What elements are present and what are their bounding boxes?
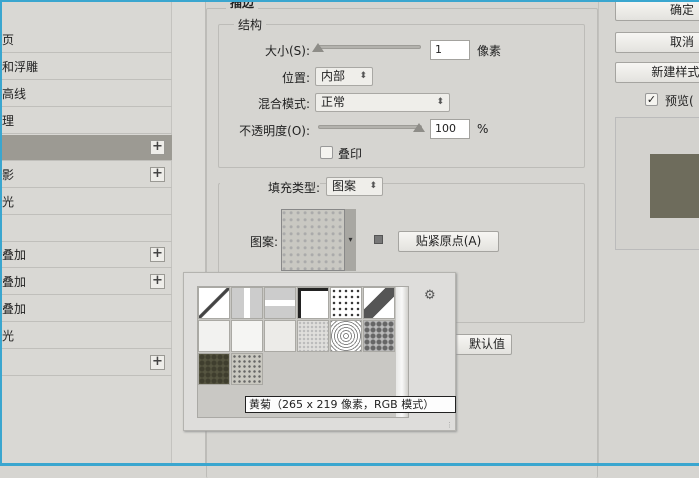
structure-title: 结构 <box>234 16 267 33</box>
sidebar-item-label: 高线 <box>2 87 27 101</box>
preview-panel <box>615 117 699 250</box>
pattern-swatch-item[interactable] <box>264 287 296 319</box>
pattern-swatch-item[interactable] <box>198 353 230 385</box>
styles-sidebar: 页和浮雕 高线理 + 影 + 光叠加 + 叠加 + 叠加光 + <box>0 0 172 466</box>
overprint-checkbox[interactable] <box>320 146 333 159</box>
sidebar-item[interactable]: + <box>0 350 172 376</box>
sidebar-item[interactable]: 页 <box>0 27 172 53</box>
pattern-swatch-item[interactable] <box>231 320 263 352</box>
sidebar-item[interactable]: 影 + <box>0 162 172 188</box>
preview-swatch <box>650 154 699 218</box>
pattern-swatch-item[interactable] <box>297 287 329 319</box>
opacity-label: 不透明度(O): <box>239 124 310 138</box>
fill-type-select[interactable]: 图案 ⬍ <box>326 177 383 196</box>
sidebar-item[interactable]: 叠加 <box>0 296 172 322</box>
pattern-swatch-item[interactable] <box>363 320 395 352</box>
preview-checkbox[interactable]: ✓ <box>645 93 658 106</box>
sidebar-item-label: 光 <box>2 195 15 209</box>
select-arrows-icon: ⬍ <box>436 97 444 107</box>
opacity-slider[interactable] <box>318 125 422 129</box>
opacity-slider-thumb[interactable] <box>413 123 425 132</box>
preview-label: 预览( <box>665 94 694 108</box>
opacity-input[interactable]: 100 <box>430 119 470 139</box>
pattern-swatch-item[interactable] <box>330 287 362 319</box>
fill-type-label: 填充类型: <box>220 179 320 196</box>
pattern-swatch-item[interactable] <box>198 320 230 352</box>
sidebar-item[interactable]: 光 <box>0 189 172 215</box>
size-input[interactable]: 1 <box>430 40 470 60</box>
sidebar-item[interactable]: 高线 <box>0 81 172 107</box>
pattern-swatch-item[interactable] <box>264 320 296 352</box>
size-label: 大小(S): <box>264 44 310 58</box>
snap-to-origin-button[interactable]: 贴紧原点(A) <box>398 231 499 252</box>
blend-mode-label: 混合模式: <box>257 97 310 111</box>
pattern-label: 图案: <box>249 235 278 249</box>
pattern-swatch[interactable] <box>281 209 345 271</box>
blend-mode-select[interactable]: 正常 ⬍ <box>315 93 450 112</box>
sidebar-item[interactable]: + <box>0 135 172 161</box>
sidebar-item-label: 光 <box>2 329 15 343</box>
pattern-swatch-item[interactable] <box>363 287 395 319</box>
position-label: 位置: <box>281 71 310 85</box>
sidebar-item-label: 和浮雕 <box>2 60 39 74</box>
add-effect-icon[interactable]: + <box>150 167 165 182</box>
add-effect-icon[interactable]: + <box>150 247 165 262</box>
add-effect-icon[interactable]: + <box>150 140 165 155</box>
sidebar-item-label: 叠加 <box>2 275 27 289</box>
size-slider[interactable] <box>316 45 421 49</box>
sidebar-item[interactable]: 叠加 + <box>0 269 172 295</box>
sidebar-item[interactable] <box>0 216 172 242</box>
size-unit: 像素 <box>477 44 502 58</box>
new-style-button[interactable]: 新建样式( <box>615 62 699 83</box>
sidebar-item-label: 影 <box>2 168 15 182</box>
pattern-tooltip: 黄菊（265 x 219 像素，RGB 模式） <box>245 396 456 413</box>
ok-button[interactable]: 确定 <box>615 0 699 21</box>
size-slider-thumb[interactable] <box>312 43 324 52</box>
sidebar-item-label: 叠加 <box>2 302 27 316</box>
sidebar-item[interactable]: 光 <box>0 323 172 349</box>
pattern-dropdown-button[interactable]: ▾ <box>345 209 356 271</box>
add-effect-icon[interactable]: + <box>150 274 165 289</box>
stroke-title: 描边 <box>226 0 259 11</box>
position-value: 内部 <box>321 69 346 83</box>
right-divider <box>598 0 615 466</box>
gear-menu-icon[interactable]: ⚙ <box>424 288 436 303</box>
sidebar-item-label: 页 <box>2 33 15 47</box>
sidebar-item[interactable]: 叠加 + <box>0 242 172 268</box>
pattern-swatch-item[interactable] <box>198 287 230 319</box>
add-effect-icon[interactable]: + <box>150 355 165 370</box>
new-preset-icon[interactable] <box>374 235 383 244</box>
pattern-swatch-item[interactable] <box>297 320 329 352</box>
sidebar-item-label: 叠加 <box>2 248 27 262</box>
opacity-unit: % <box>477 122 489 136</box>
pattern-swatch-item[interactable] <box>231 287 263 319</box>
resize-grip-icon[interactable]: ⋮ <box>446 421 453 429</box>
select-arrows-icon: ⬍ <box>359 71 367 81</box>
position-select[interactable]: 内部 ⬍ <box>315 67 373 86</box>
blend-mode-value: 正常 <box>321 95 346 109</box>
sidebar-item[interactable]: 和浮雕 <box>0 54 172 80</box>
cancel-button[interactable]: 取消 <box>615 32 699 53</box>
pattern-swatch-item[interactable] <box>330 320 362 352</box>
sidebar-item-label: 理 <box>2 114 15 128</box>
fill-type-value: 图案 <box>332 179 357 193</box>
sidebar-item[interactable]: 理 <box>0 108 172 134</box>
overprint-label: 叠印 <box>338 147 363 161</box>
select-arrows-icon: ⬍ <box>369 181 377 191</box>
pattern-swatch-item[interactable] <box>231 353 263 385</box>
